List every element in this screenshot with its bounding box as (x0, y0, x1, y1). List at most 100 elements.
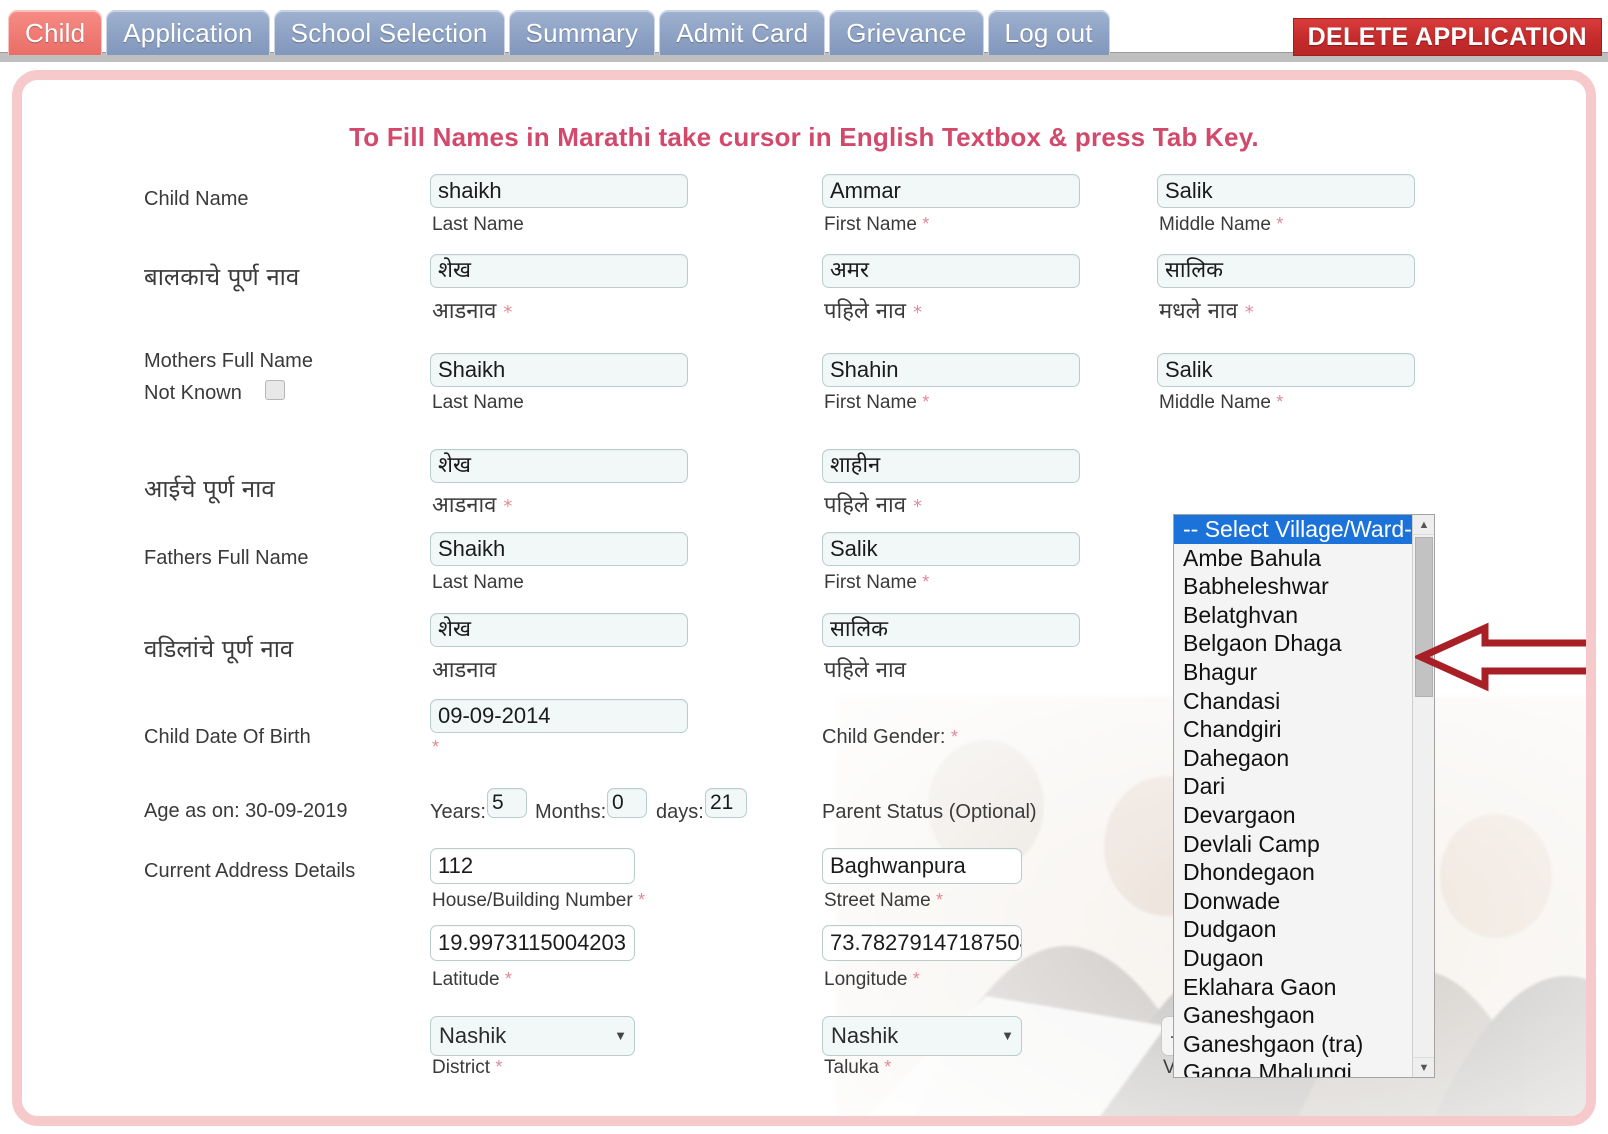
input-father-last-name-marathi[interactable]: शेख (430, 613, 688, 647)
label-mothers-full-name-marathi: आईचे पूर्ण नाव (144, 475, 275, 503)
required-mark: * (1276, 392, 1284, 412)
dropdown-option[interactable]: -- Select Village/Ward-- (1174, 515, 1434, 544)
sublabel-longitude-text: Longitude (824, 969, 908, 990)
input-street-name[interactable]: Baghwanpura (822, 848, 1022, 884)
sublabel-father-first-name: First Name * (824, 572, 929, 594)
sublabel-house-text: House/Building Number (432, 890, 633, 911)
sublabel-father-last-name-marathi: आडनाव (432, 658, 497, 683)
tab-admit-card[interactable]: Admit Card (659, 10, 826, 55)
input-age-months[interactable]: 0 (607, 788, 647, 818)
input-child-first-name[interactable]: Ammar (822, 174, 1080, 208)
tab-school-selection[interactable]: School Selection (273, 10, 505, 55)
sublabel-latitude-text: Latitude (432, 969, 500, 990)
label-years: Years: (430, 801, 486, 823)
input-mother-middle-name[interactable]: Salik (1157, 353, 1415, 387)
label-not-known: Not Known (144, 382, 242, 404)
dropdown-option[interactable]: Dugaon (1174, 944, 1434, 973)
dropdown-option[interactable]: Chandasi (1174, 687, 1434, 716)
input-mother-last-name-marathi[interactable]: शेख (430, 449, 688, 483)
sublabel-mother-middle-name: Middle Name * (1159, 392, 1283, 414)
sublabel-child-middle-name-text: Middle Name (1159, 214, 1271, 235)
label-current-address-details: Current Address Details (144, 860, 356, 882)
sublabel-father-first-name-text: First Name (824, 572, 917, 593)
tab-grievance[interactable]: Grievance (829, 10, 984, 55)
required-mark: * (495, 1057, 503, 1077)
tab-summary[interactable]: Summary (508, 10, 656, 55)
label-fathers-full-name-marathi: वडिलांचे पूर्ण नाव (144, 635, 294, 663)
tab-child-label: Child (25, 17, 86, 48)
input-child-date-of-birth[interactable]: 09-09-2014 (430, 699, 688, 733)
sublabel-taluka-text: Taluka (824, 1057, 879, 1078)
dropdown-option[interactable]: Ganga Mhalungi (1174, 1058, 1434, 1077)
village-ward-dropdown-list[interactable]: -- Select Village/Ward-- Ambe Bahula Bab… (1173, 514, 1435, 1078)
input-child-last-name[interactable]: shaikh (430, 174, 688, 208)
required-mark: * (504, 969, 512, 989)
input-age-years[interactable]: 5 (487, 788, 527, 818)
dropdown-option[interactable]: Dudgaon (1174, 915, 1434, 944)
tab-child[interactable]: Child (8, 10, 103, 55)
sublabel-child-middle-name-marathi: मधले नाव * (1159, 295, 1254, 325)
tab-log-out-label: Log out (1004, 17, 1093, 48)
input-house-building-number[interactable]: 112 (430, 848, 635, 884)
dropdown-option[interactable]: Dhondegaon (1174, 858, 1434, 887)
input-child-first-name-marathi[interactable]: अमर (822, 254, 1080, 288)
dropdown-scrollbar[interactable]: ▲ ▼ (1412, 515, 1434, 1077)
required-mark: * (922, 214, 930, 234)
input-child-last-name-marathi[interactable]: शेख (430, 254, 688, 288)
sublabel-child-last-name: Last Name (432, 214, 524, 235)
dropdown-option[interactable]: Eklahara Gaon (1174, 973, 1434, 1002)
dropdown-option[interactable]: Devargaon (1174, 801, 1434, 830)
input-longitude[interactable]: 73.78279147187504 (822, 925, 1022, 961)
dropdown-option[interactable]: Chandgiri (1174, 715, 1434, 744)
form-panel: To Fill Names in Marathi take cursor in … (12, 70, 1596, 1126)
required-mark: * (1244, 302, 1254, 323)
label-days: days: (656, 801, 704, 823)
label-child-name: Child Name (144, 188, 249, 210)
dropdown-option[interactable]: Belatghvan (1174, 601, 1434, 630)
required-mark: * (912, 302, 922, 323)
input-mother-last-name[interactable]: Shaikh (430, 353, 688, 387)
dropdown-option[interactable]: Bhagur (1174, 658, 1434, 687)
dropdown-option[interactable]: Ambe Bahula (1174, 544, 1434, 573)
dropdown-option[interactable]: Donwade (1174, 887, 1434, 916)
input-child-middle-name[interactable]: Salik (1157, 174, 1415, 208)
input-father-last-name[interactable]: Shaikh (430, 532, 688, 566)
input-child-middle-name-marathi[interactable]: सालिक (1157, 254, 1415, 288)
dropdown-option[interactable]: Ganeshgaon (tra) (1174, 1030, 1434, 1059)
sublabel-mother-first-name-marathi: पहिले नाव * (824, 489, 922, 519)
sublabel-street-text: Street Name (824, 890, 931, 911)
dropdown-scrollbar-thumb[interactable] (1415, 537, 1433, 697)
select-taluka[interactable]: Nashik ▼ (822, 1016, 1022, 1056)
required-mark: * (912, 969, 920, 989)
input-father-first-name[interactable]: Salik (822, 532, 1080, 566)
dropdown-option[interactable]: Dari (1174, 772, 1434, 801)
dropdown-option[interactable]: Dahegaon (1174, 744, 1434, 773)
sublabel-mother-first-name-text: First Name (824, 392, 917, 413)
sublabel-adnav-text: आडनाव (432, 299, 497, 324)
input-mother-first-name[interactable]: Shahin (822, 353, 1080, 387)
scroll-up-icon[interactable]: ▲ (1413, 515, 1434, 535)
input-latitude[interactable]: 19.9973115004203 (430, 925, 635, 961)
scroll-down-icon[interactable]: ▼ (1413, 1057, 1434, 1077)
input-mother-first-name-marathi[interactable]: शाहीन (822, 449, 1080, 483)
label-parent-status: Parent Status (Optional) (822, 801, 1037, 823)
chevron-down-icon: ▼ (1001, 1028, 1014, 1043)
tab-application[interactable]: Application (106, 10, 270, 55)
input-age-days[interactable]: 21 (705, 788, 747, 818)
dropdown-option[interactable]: Belgaon Dhaga (1174, 629, 1434, 658)
dropdown-option[interactable]: Ganeshgaon (1174, 1001, 1434, 1030)
input-father-first-name-marathi[interactable]: सालिक (822, 613, 1080, 647)
tab-log-out[interactable]: Log out (987, 10, 1110, 55)
sublabel-adnav-text: आडनाव (432, 493, 497, 518)
sublabel-mother-last-name: Last Name (432, 392, 524, 413)
label-mothers-full-name: Mothers Full Name (144, 350, 313, 372)
delete-application-button[interactable]: DELETE APPLICATION (1292, 18, 1602, 56)
tab-application-label: Application (123, 17, 253, 48)
sublabel-child-first-name-text: First Name (824, 214, 917, 235)
checkbox-mother-not-known[interactable] (265, 380, 285, 400)
dropdown-option[interactable]: Devlali Camp (1174, 830, 1434, 859)
required-mark: * (503, 496, 513, 517)
required-mark: * (935, 890, 943, 910)
dropdown-option[interactable]: Babheleshwar (1174, 572, 1434, 601)
select-district[interactable]: Nashik ▼ (430, 1016, 635, 1056)
